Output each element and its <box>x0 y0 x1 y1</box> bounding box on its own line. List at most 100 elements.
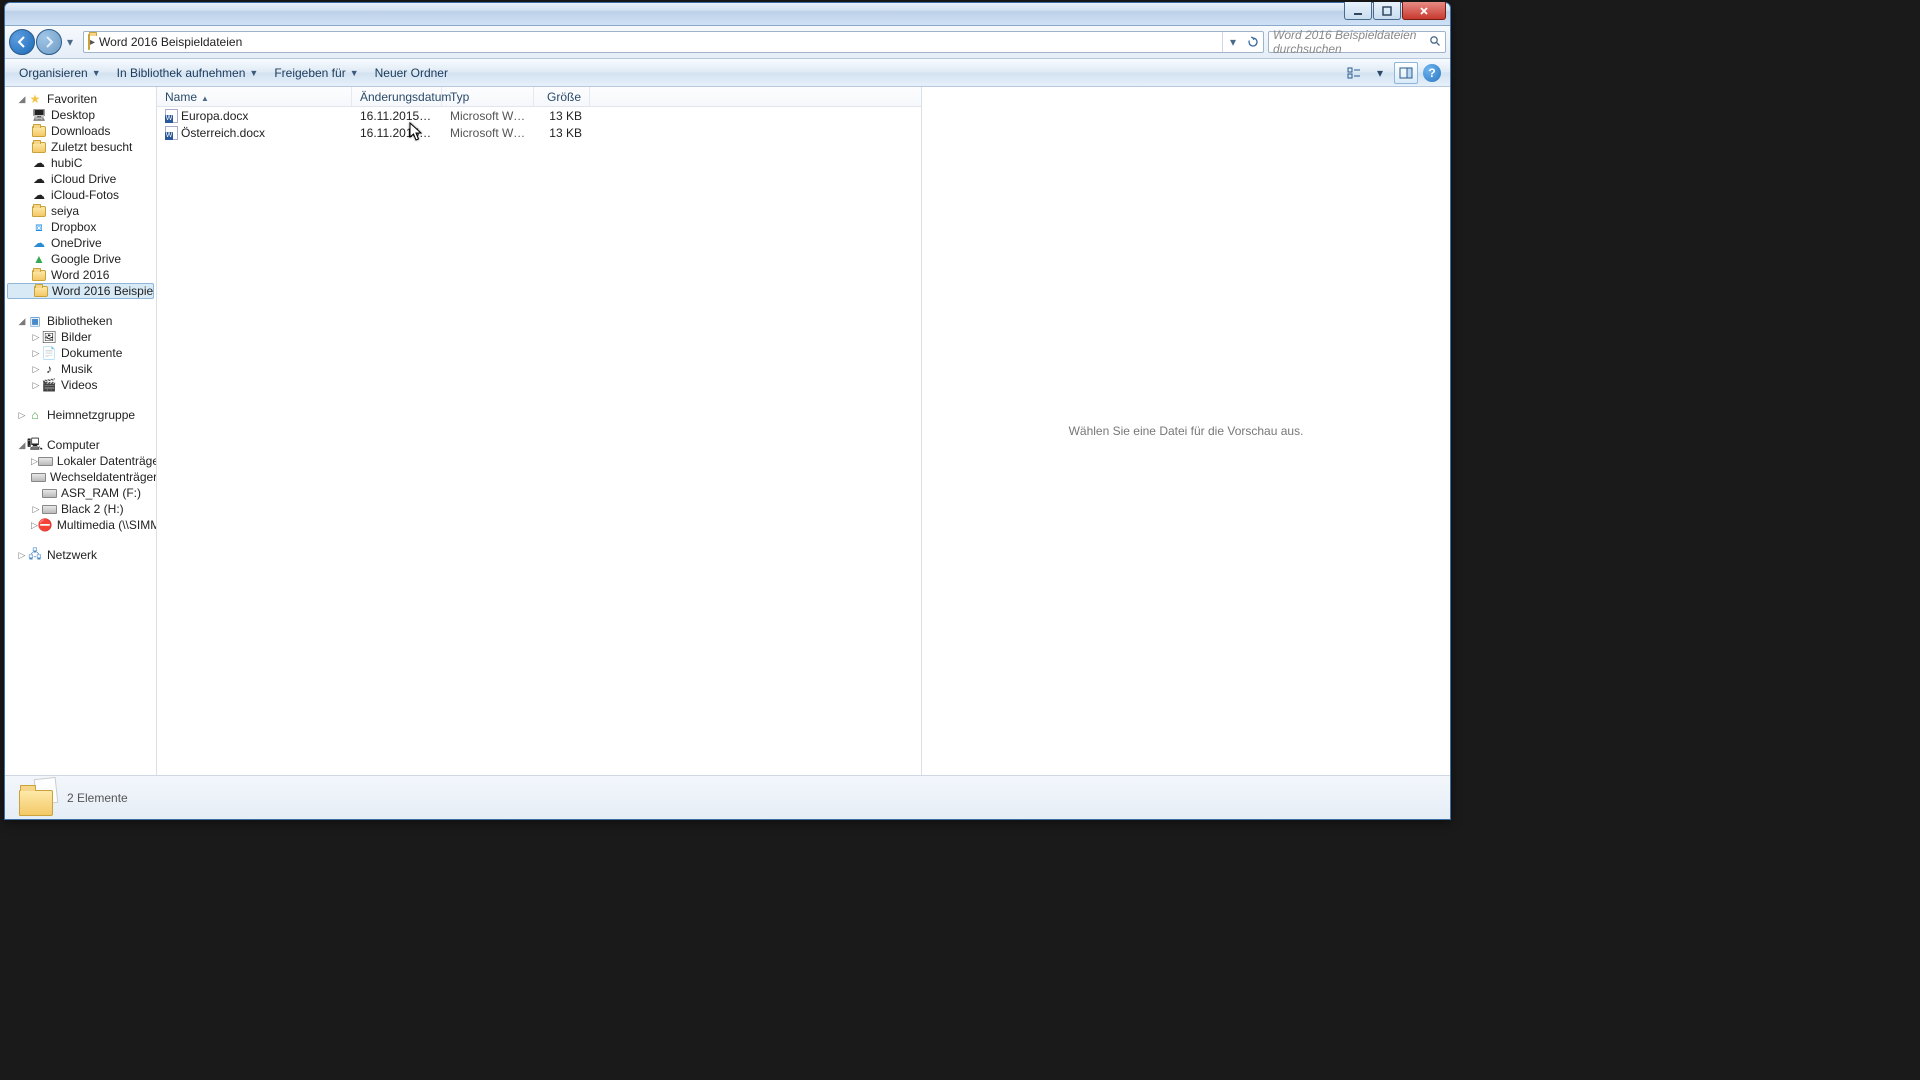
folder-icon <box>34 283 48 299</box>
documents-icon: 📄 <box>41 345 57 361</box>
nav-dropbox[interactable]: ⧈Dropbox <box>5 219 156 235</box>
nav-bilder[interactable]: ▷🖼Bilder <box>5 329 156 345</box>
nav-seiya[interactable]: seiya <box>5 203 156 219</box>
nav-desktop[interactable]: 🖥Desktop <box>5 107 156 123</box>
cloud-icon: ☁ <box>31 171 47 187</box>
nav-word2016-beispiel[interactable]: Word 2016 Beispieldateien <box>7 283 154 299</box>
homegroup-icon: ⌂ <box>27 407 43 423</box>
col-date[interactable]: Änderungsdatum <box>352 87 442 106</box>
expand-icon[interactable]: ▷ <box>17 410 27 421</box>
details-pane: 2 Elemente <box>5 775 1450 819</box>
file-list-pane[interactable]: Name▲ Änderungsdatum Typ Größe Europa.do… <box>157 87 922 775</box>
col-type[interactable]: Typ <box>442 87 534 106</box>
cloud-icon: ☁ <box>31 187 47 203</box>
nav-drive-d[interactable]: Wechseldatenträger (D:) <box>5 469 156 485</box>
nav-word2016[interactable]: Word 2016 <box>5 267 156 283</box>
chevron-down-icon: ▼ <box>249 68 258 78</box>
preview-pane: Wählen Sie eine Datei für die Vorschau a… <box>922 87 1450 775</box>
nav-favorites[interactable]: ◢ ★ Favoriten <box>5 91 156 107</box>
navigation-pane[interactable]: ◢ ★ Favoriten 🖥Desktop Downloads Zuletzt… <box>5 87 157 775</box>
preview-pane-button[interactable] <box>1394 62 1418 84</box>
folder-large-icon <box>19 778 59 818</box>
expand-icon[interactable]: ▷ <box>31 520 38 531</box>
refresh-button[interactable] <box>1243 32 1263 52</box>
libraries-icon: ▣ <box>27 313 43 329</box>
star-icon: ★ <box>27 91 43 107</box>
word-file-icon <box>165 109 178 123</box>
command-bar: Organisieren▼ In Bibliothek aufnehmen▼ F… <box>5 59 1450 87</box>
address-bar[interactable]: ▸ Word 2016 Beispieldateien ▾ <box>83 31 1264 53</box>
drive-icon <box>31 469 46 485</box>
col-size[interactable]: Größe <box>534 87 590 106</box>
videos-icon: 🎬 <box>41 377 57 393</box>
dropbox-icon: ⧈ <box>31 219 47 235</box>
nav-drive-c[interactable]: ▷Lokaler Datenträger (C:) <box>5 453 156 469</box>
file-row[interactable]: Europa.docx 16.11.2015 20:34 Microsoft W… <box>157 107 921 124</box>
onedrive-icon: ☁ <box>31 235 47 251</box>
forward-button[interactable] <box>36 29 62 55</box>
nav-network[interactable]: ▷ 🖧 Netzwerk <box>5 547 156 563</box>
nav-libraries[interactable]: ◢ ▣ Bibliotheken <box>5 313 156 329</box>
collapse-icon[interactable]: ◢ <box>17 316 27 327</box>
nav-history-dropdown[interactable]: ▾ <box>63 32 77 52</box>
back-button[interactable] <box>9 29 35 55</box>
col-name[interactable]: Name▲ <box>157 87 352 106</box>
close-button[interactable] <box>1402 2 1446 20</box>
breadcrumb-current[interactable]: Word 2016 Beispieldateien <box>95 35 246 49</box>
help-button[interactable]: ? <box>1420 62 1444 84</box>
search-placeholder: Word 2016 Beispieldateien durchsuchen <box>1273 28 1429 56</box>
drive-icon <box>41 501 57 517</box>
file-row[interactable]: Österreich.docx 16.11.2015 20:34 Microso… <box>157 124 921 141</box>
nav-homegroup[interactable]: ▷ ⌂ Heimnetzgruppe <box>5 407 156 423</box>
view-dropdown[interactable]: ▾ <box>1368 62 1392 84</box>
expand-icon[interactable]: ▷ <box>31 380 41 391</box>
collapse-icon[interactable]: ◢ <box>17 94 27 105</box>
expand-icon[interactable]: ▷ <box>17 550 27 561</box>
word-file-icon <box>165 126 178 140</box>
addr-history-dropdown[interactable]: ▾ <box>1223 32 1243 52</box>
include-library-button[interactable]: In Bibliothek aufnehmen▼ <box>109 62 267 84</box>
nav-musik[interactable]: ▷♪Musik <box>5 361 156 377</box>
column-headers: Name▲ Änderungsdatum Typ Größe <box>157 87 921 107</box>
view-options-button[interactable] <box>1342 62 1366 84</box>
folder-icon <box>31 139 47 155</box>
new-folder-button[interactable]: Neuer Ordner <box>367 62 456 84</box>
nav-icloudfotos[interactable]: ☁iCloud-Fotos <box>5 187 156 203</box>
pictures-icon: 🖼 <box>41 329 57 345</box>
search-input[interactable]: Word 2016 Beispieldateien durchsuchen <box>1268 31 1446 53</box>
nav-videos[interactable]: ▷🎬Videos <box>5 377 156 393</box>
folder-icon <box>88 35 90 49</box>
drive-icon <box>38 453 53 469</box>
expand-icon[interactable]: ▷ <box>31 364 41 375</box>
computer-icon: 🖳 <box>27 437 43 453</box>
maximize-button[interactable] <box>1373 2 1401 20</box>
music-icon: ♪ <box>41 361 57 377</box>
search-icon <box>1429 35 1441 50</box>
sort-asc-icon: ▲ <box>201 94 209 103</box>
nav-computer[interactable]: ◢ 🖳 Computer <box>5 437 156 453</box>
googledrive-icon: ▲ <box>31 251 47 267</box>
collapse-icon[interactable]: ◢ <box>17 440 27 451</box>
nav-googledrive[interactable]: ▲Google Drive <box>5 251 156 267</box>
nav-drive-h[interactable]: ▷Black 2 (H:) <box>5 501 156 517</box>
folder-icon <box>31 123 47 139</box>
expand-icon[interactable]: ▷ <box>31 456 38 467</box>
expand-icon[interactable]: ▷ <box>31 332 41 343</box>
organize-button[interactable]: Organisieren▼ <box>11 62 109 84</box>
minimize-button[interactable] <box>1344 2 1372 20</box>
share-button[interactable]: Freigeben für▼ <box>266 62 366 84</box>
nav-iclouddrive[interactable]: ☁iCloud Drive <box>5 171 156 187</box>
chevron-down-icon: ▼ <box>92 68 101 78</box>
nav-network-share[interactable]: ▷⛔Multimedia (\\SIMMERINC <box>5 517 156 533</box>
nav-onedrive[interactable]: ☁OneDrive <box>5 235 156 251</box>
expand-icon[interactable]: ▷ <box>31 348 41 359</box>
nav-recent[interactable]: Zuletzt besucht <box>5 139 156 155</box>
titlebar[interactable] <box>5 3 1450 26</box>
item-count: 2 Elemente <box>67 791 128 805</box>
cloud-icon: ☁ <box>31 155 47 171</box>
nav-drive-f[interactable]: ASR_RAM (F:) <box>5 485 156 501</box>
nav-dokumente[interactable]: ▷📄Dokumente <box>5 345 156 361</box>
expand-icon[interactable]: ▷ <box>31 504 41 515</box>
nav-hubic[interactable]: ☁hubiC <box>5 155 156 171</box>
nav-downloads[interactable]: Downloads <box>5 123 156 139</box>
